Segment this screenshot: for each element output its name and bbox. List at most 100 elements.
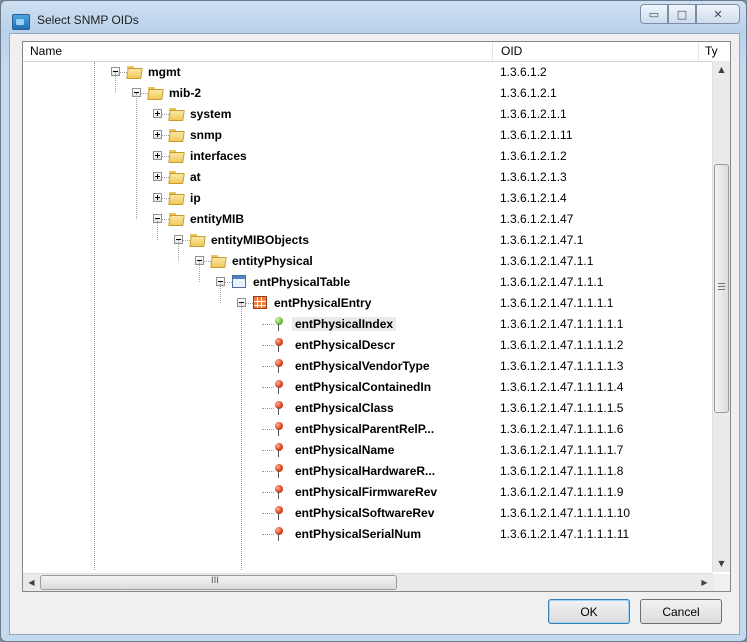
tree-row-label[interactable]: mgmt bbox=[148, 65, 181, 79]
tree-row-label[interactable]: entityPhysical bbox=[232, 254, 313, 268]
tree-row-label[interactable]: ip bbox=[190, 191, 201, 205]
vertical-scrollbar[interactable]: ▲ ▼ bbox=[712, 61, 730, 572]
tree-row[interactable]: entPhysicalFirmwareRev 1.3.6.1.2.1.47.1.1… bbox=[23, 482, 716, 503]
tree-row-oid: 1.3.6.1.2.1 bbox=[500, 86, 557, 100]
expand-icon[interactable] bbox=[153, 151, 162, 160]
tree-row-label[interactable]: at bbox=[190, 170, 201, 184]
tree-connector bbox=[262, 513, 274, 514]
tree-row-label[interactable]: entPhysicalHardwareR... bbox=[295, 464, 435, 478]
tree-row[interactable]: entPhysicalEntry 1.3.6.1.2.1.47.1.1.1.1 bbox=[23, 293, 716, 314]
tree-row-label[interactable]: entPhysicalEntry bbox=[274, 296, 371, 310]
minimize-button[interactable]: ▭ bbox=[640, 4, 668, 24]
horizontal-scrollbar[interactable]: ◀ III ▶ bbox=[23, 573, 713, 591]
dialog-body: Name OID Ty mgmt 1.3.6.1.2 mib-2 1.3.6.1.2.… bbox=[9, 33, 740, 635]
tree-row-oid: 1.3.6.1.2.1.47.1.1.1.1.8 bbox=[500, 464, 624, 478]
tree-connector bbox=[262, 387, 274, 388]
tree-row[interactable]: entPhysicalName 1.3.6.1.2.1.47.1.1.1.1.7 bbox=[23, 440, 716, 461]
expand-icon[interactable] bbox=[153, 172, 162, 181]
tree-row-label[interactable]: snmp bbox=[190, 128, 222, 142]
ok-button[interactable]: OK bbox=[548, 599, 630, 624]
app-icon bbox=[12, 14, 30, 30]
tree-guide-line bbox=[94, 62, 95, 570]
maximize-button[interactable]: □ bbox=[668, 4, 696, 24]
tree-row[interactable]: entPhysicalParentRelP... 1.3.6.1.2.1.47.1… bbox=[23, 419, 716, 440]
tree-row-label[interactable]: entPhysicalName bbox=[295, 443, 394, 457]
title-bar[interactable]: Select SNMP OIDs ▭ □ ✕ bbox=[1, 1, 746, 35]
close-button[interactable]: ✕ bbox=[696, 4, 740, 24]
scrollbar-corner bbox=[713, 574, 730, 591]
tree-row-label[interactable]: interfaces bbox=[190, 149, 247, 163]
tree-row[interactable]: entPhysicalSoftwareRev 1.3.6.1.2.1.47.1.1… bbox=[23, 503, 716, 524]
tree-row-label[interactable]: entPhysicalDescr bbox=[295, 338, 395, 352]
tree-guide-line bbox=[178, 240, 179, 261]
tree-row[interactable]: entityPhysical 1.3.6.1.2.1.47.1.1 bbox=[23, 251, 716, 272]
tree-row-label[interactable]: system bbox=[190, 107, 231, 121]
tree-row[interactable]: entPhysicalClass 1.3.6.1.2.1.47.1.1.1.1.5 bbox=[23, 398, 716, 419]
tree-row[interactable]: entPhysicalSerialNum 1.3.6.1.2.1.47.1.1.1… bbox=[23, 524, 716, 545]
scroll-down-arrow-icon[interactable]: ▼ bbox=[713, 555, 730, 572]
tree-row-label[interactable]: entPhysicalParentRelP... bbox=[295, 422, 434, 436]
tree-row-label[interactable]: entPhysicalContainedIn bbox=[295, 380, 431, 394]
expand-icon[interactable] bbox=[153, 193, 162, 202]
tree-row[interactable]: entPhysicalHardwareR... 1.3.6.1.2.1.47.1.… bbox=[23, 461, 716, 482]
tree-row-label[interactable]: entityMIBObjects bbox=[211, 233, 309, 247]
tree-guide-line bbox=[115, 72, 116, 93]
tree-row[interactable]: ip 1.3.6.1.2.1.4 bbox=[23, 188, 716, 209]
column-divider[interactable] bbox=[698, 42, 699, 61]
tree-guide-line bbox=[199, 261, 200, 282]
oid-tree-view[interactable]: Name OID Ty mgmt 1.3.6.1.2 mib-2 1.3.6.1.2.… bbox=[22, 41, 731, 592]
tree-row-label[interactable]: entPhysicalSoftwareRev bbox=[295, 506, 434, 520]
tree-connector bbox=[262, 345, 274, 346]
scroll-up-arrow-icon[interactable]: ▲ bbox=[713, 61, 730, 78]
tree-row-oid: 1.3.6.1.2.1.47.1.1.1.1.4 bbox=[500, 380, 624, 394]
folder-icon bbox=[127, 65, 143, 79]
tree-row-label[interactable]: entPhysicalIndex bbox=[292, 317, 397, 331]
horizontal-scroll-thumb[interactable]: III bbox=[40, 575, 397, 590]
tree-row[interactable]: mgmt 1.3.6.1.2 bbox=[23, 62, 716, 83]
pin-icon bbox=[274, 485, 284, 500]
tree-row[interactable]: interfaces 1.3.6.1.2.1.2 bbox=[23, 146, 716, 167]
window-title: Select SNMP OIDs bbox=[37, 13, 139, 27]
tree-connector bbox=[262, 429, 274, 430]
tree-row-label[interactable]: entPhysicalClass bbox=[295, 401, 394, 415]
tree-row-oid: 1.3.6.1.2.1.47.1.1.1.1.5 bbox=[500, 401, 624, 415]
tree-row-label[interactable]: mib-2 bbox=[169, 86, 201, 100]
tree-row-label[interactable]: entityMIB bbox=[190, 212, 244, 226]
column-oid-header[interactable]: OID bbox=[501, 44, 522, 58]
tree-row[interactable]: entityMIB 1.3.6.1.2.1.47 bbox=[23, 209, 716, 230]
dialog-window: Select SNMP OIDs ▭ □ ✕ Name OID Ty mgmt 1… bbox=[0, 0, 747, 642]
tree-row-label[interactable]: entPhysicalSerialNum bbox=[295, 527, 421, 541]
tree-row[interactable]: snmp 1.3.6.1.2.1.11 bbox=[23, 125, 716, 146]
scroll-left-arrow-icon[interactable]: ◀ bbox=[23, 574, 40, 591]
tree-connector bbox=[262, 408, 274, 409]
tree-row[interactable]: entPhysicalDescr 1.3.6.1.2.1.47.1.1.1.1.2 bbox=[23, 335, 716, 356]
tree-row-label[interactable]: entPhysicalFirmwareRev bbox=[295, 485, 437, 499]
tree-rows: mgmt 1.3.6.1.2 mib-2 1.3.6.1.2.1 system 1.3.6… bbox=[23, 62, 716, 570]
tree-row-label[interactable]: entPhysicalVendorType bbox=[295, 359, 430, 373]
thumb-grip-icon: III bbox=[211, 576, 219, 586]
column-type-header[interactable]: Ty bbox=[705, 44, 718, 58]
tree-row[interactable]: at 1.3.6.1.2.1.3 bbox=[23, 167, 716, 188]
window-controls: ▭ □ ✕ bbox=[640, 4, 740, 24]
folder-icon bbox=[169, 149, 185, 163]
tree-row[interactable]: entPhysicalIndex 1.3.6.1.2.1.47.1.1.1.1.1 bbox=[23, 314, 716, 335]
scroll-right-arrow-icon[interactable]: ▶ bbox=[696, 574, 713, 591]
tree-row[interactable]: entPhysicalContainedIn 1.3.6.1.2.1.47.1.1… bbox=[23, 377, 716, 398]
tree-row-label[interactable]: entPhysicalTable bbox=[253, 275, 350, 289]
tree-row[interactable]: mib-2 1.3.6.1.2.1 bbox=[23, 83, 716, 104]
tree-row[interactable]: entPhysicalVendorType 1.3.6.1.2.1.47.1.1.… bbox=[23, 356, 716, 377]
tree-row-oid: 1.3.6.1.2.1.47.1.1.1.1 bbox=[500, 296, 614, 310]
vertical-scroll-thumb[interactable] bbox=[714, 164, 729, 413]
pin-icon bbox=[274, 359, 284, 374]
column-divider[interactable] bbox=[492, 42, 493, 61]
expand-icon[interactable] bbox=[153, 109, 162, 118]
expand-icon[interactable] bbox=[153, 130, 162, 139]
tree-row[interactable]: system 1.3.6.1.2.1.1 bbox=[23, 104, 716, 125]
thumb-grip bbox=[718, 289, 725, 290]
pin-icon bbox=[274, 401, 284, 416]
pin-icon bbox=[274, 464, 284, 479]
tree-row[interactable]: entPhysicalTable 1.3.6.1.2.1.47.1.1.1 bbox=[23, 272, 716, 293]
column-name-header[interactable]: Name bbox=[30, 44, 62, 58]
cancel-button[interactable]: Cancel bbox=[640, 599, 722, 624]
tree-row[interactable]: entityMIBObjects 1.3.6.1.2.1.47.1 bbox=[23, 230, 716, 251]
